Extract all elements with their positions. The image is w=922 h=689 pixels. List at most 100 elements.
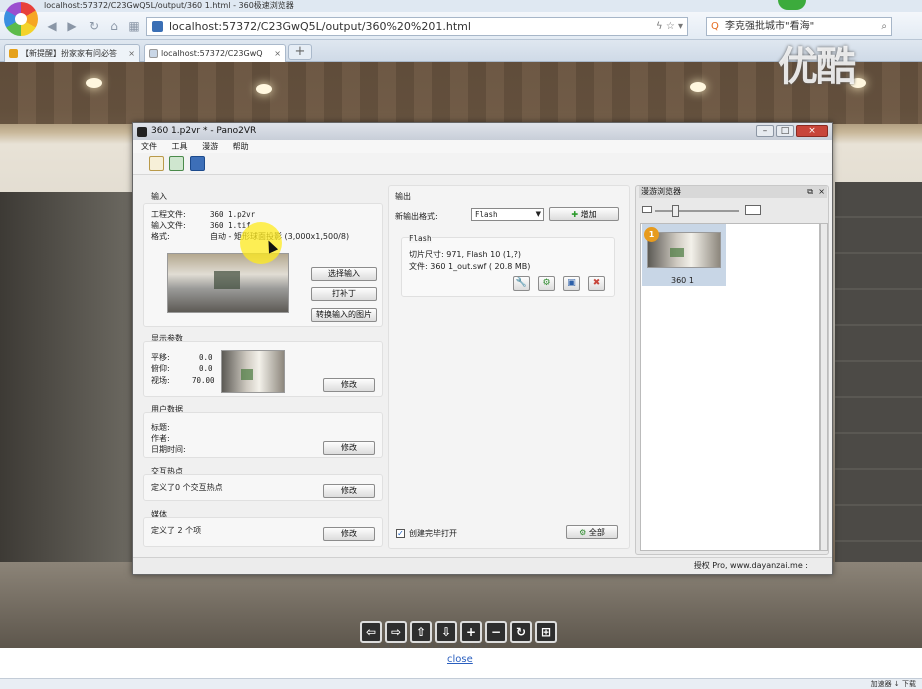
user-title-label: 标题: bbox=[151, 423, 170, 432]
forward-icon[interactable]: ▶ bbox=[64, 18, 80, 34]
zoom-slider-thumb[interactable] bbox=[672, 205, 679, 217]
menu-tour[interactable]: 漫游 bbox=[202, 142, 218, 151]
author-label: 作者: bbox=[151, 434, 170, 443]
tour-browser-header: 漫游浏览器 ⧉ × bbox=[639, 186, 827, 198]
output-settings-icon[interactable]: 🔧 bbox=[513, 276, 530, 291]
search-engine-icon: Q bbox=[711, 21, 719, 32]
browser-status-bar: 加速器 ↓ 下载 bbox=[0, 678, 922, 689]
save-project-icon[interactable] bbox=[190, 156, 205, 171]
user-edit-button[interactable]: 修改 bbox=[323, 441, 375, 455]
search-icon[interactable]: ⌕ bbox=[881, 18, 887, 35]
youku-watermark: 优酷 bbox=[778, 44, 856, 90]
zoom-out-button[interactable]: − bbox=[485, 621, 507, 643]
app-icon bbox=[137, 127, 147, 137]
license-status: 授权 Pro, www.dayanzai.me : bbox=[693, 561, 808, 570]
hotspot-summary: 定义了0 个交互热点 bbox=[151, 483, 223, 492]
window-title-bar: 360 1.p2vr * - Pano2VR – □ × bbox=[133, 123, 832, 140]
toolbar bbox=[133, 153, 832, 175]
new-tab-button[interactable]: + bbox=[288, 44, 312, 60]
tab-label: 【新提醒】扮家家有问必答 bbox=[21, 49, 117, 58]
close-tab-icon[interactable]: × bbox=[274, 45, 281, 62]
tilt-label: 俯仰: bbox=[151, 364, 170, 373]
node-badge: 1 bbox=[644, 227, 659, 242]
close-panel-icon[interactable]: × bbox=[818, 186, 825, 198]
tour-browser-title: 漫游浏览器 bbox=[641, 187, 681, 196]
browser-status-text: 加速器 ↓ 下载 bbox=[870, 680, 916, 688]
zoom-slider-track[interactable] bbox=[655, 210, 739, 212]
minimize-button[interactable]: – bbox=[756, 125, 774, 137]
tile-size-text: 切片尺寸: 971, Flash 10 (1,?) bbox=[409, 250, 521, 259]
menu-file[interactable]: 文件 bbox=[141, 142, 157, 151]
zoom-small-icon[interactable] bbox=[642, 206, 652, 213]
input-section-title: 输入 bbox=[151, 192, 167, 201]
close-window-button[interactable]: × bbox=[796, 125, 828, 137]
input-panorama-thumbnail bbox=[167, 253, 289, 313]
menu-tools[interactable]: 工具 bbox=[172, 142, 188, 151]
status-bar: 授权 Pro, www.dayanzai.me : bbox=[133, 557, 832, 574]
new-format-label: 新输出格式: bbox=[395, 212, 438, 221]
add-output-button[interactable]: ✚ 增加 bbox=[549, 207, 619, 221]
fov-value: 70.00 bbox=[192, 376, 215, 385]
address-tools[interactable]: ϟ ☆ ▾ bbox=[656, 18, 683, 35]
input-file-label: 输入文件: bbox=[151, 221, 186, 230]
create-open-checkbox[interactable]: ✓ bbox=[396, 529, 405, 538]
pan-right-button[interactable]: ⇨ bbox=[385, 621, 407, 643]
back-icon[interactable]: ◀ bbox=[44, 18, 60, 34]
output-delete-icon[interactable]: ✖ bbox=[588, 276, 605, 291]
home-icon[interactable]: ⌂ bbox=[106, 18, 122, 34]
reload-icon[interactable]: ↻ bbox=[86, 18, 102, 34]
auto-rotate-button[interactable]: ↻ bbox=[510, 621, 532, 643]
hotspot-edit-button[interactable]: 修改 bbox=[323, 484, 375, 498]
apps-grid-icon[interactable]: ▦ bbox=[126, 18, 142, 34]
output-section-title: 输出 bbox=[395, 192, 411, 201]
select-input-button[interactable]: 选择输入 bbox=[311, 267, 377, 281]
tour-list-scrollbar[interactable] bbox=[820, 223, 828, 551]
window-title: 360 1.p2vr * - Pano2VR bbox=[151, 126, 257, 136]
gear-icon: ⚙ bbox=[579, 528, 587, 537]
pano-right-wall bbox=[835, 182, 922, 622]
open-project-icon[interactable] bbox=[169, 156, 184, 171]
project-file-label: 工程文件: bbox=[151, 210, 186, 219]
zoom-in-button[interactable]: + bbox=[460, 621, 482, 643]
search-text: 李克强批城市"看海" bbox=[725, 21, 815, 32]
menu-bar: 文件 工具 漫游 帮助 bbox=[133, 140, 832, 153]
close-tab-icon[interactable]: × bbox=[128, 45, 135, 62]
flash-group-title: Flash bbox=[409, 234, 432, 243]
fullscreen-button[interactable]: ⊞ bbox=[535, 621, 557, 643]
tab-forum[interactable]: 【新提醒】扮家家有问必答 × bbox=[4, 44, 140, 62]
pan-value: 0.0 bbox=[199, 353, 213, 362]
media-summary: 定义了 2 个项 bbox=[151, 526, 202, 535]
new-project-icon[interactable] bbox=[149, 156, 164, 171]
fov-label: 视场: bbox=[151, 376, 170, 385]
tilt-value: 0.0 bbox=[199, 364, 213, 373]
convert-input-button[interactable]: 转换输入的图片 bbox=[311, 308, 377, 322]
add-output-label: 增加 bbox=[580, 210, 597, 219]
pan-label: 平移: bbox=[151, 353, 170, 362]
tab-favicon-icon bbox=[149, 49, 158, 58]
tab-localhost[interactable]: localhost:57372/C23GwQ × bbox=[144, 44, 286, 62]
date-label: 日期时间: bbox=[151, 445, 186, 454]
output-build-icon[interactable]: ⚙ bbox=[538, 276, 555, 291]
display-edit-button[interactable]: 修改 bbox=[323, 378, 375, 392]
pan-left-button[interactable]: ⇦ bbox=[360, 621, 382, 643]
tab-favicon-icon bbox=[9, 49, 18, 58]
output-format-value: Flash bbox=[475, 210, 498, 219]
browser-logo-icon[interactable] bbox=[4, 2, 38, 36]
close-link[interactable]: close bbox=[447, 654, 473, 665]
menu-help[interactable]: 帮助 bbox=[233, 142, 249, 151]
output-open-icon[interactable]: ▣ bbox=[563, 276, 580, 291]
address-bar[interactable]: localhost:57372/C23GwQ5L/output/360%20%2… bbox=[146, 17, 688, 36]
float-panel-icon[interactable]: ⧉ bbox=[807, 186, 813, 198]
tour-node-label: 360 1 bbox=[671, 276, 694, 285]
build-all-button[interactable]: ⚙ 全部 bbox=[566, 525, 618, 539]
pano2vr-window: 360 1.p2vr * - Pano2VR – □ × 文件 工具 漫游 帮助… bbox=[132, 122, 833, 575]
tab-label: localhost:57372/C23GwQ bbox=[161, 49, 263, 58]
patch-button[interactable]: 打补丁 bbox=[311, 287, 377, 301]
project-file-value: 360 1.p2vr bbox=[210, 210, 256, 219]
media-edit-button[interactable]: 修改 bbox=[323, 527, 375, 541]
output-format-select[interactable]: Flash ▼ bbox=[471, 208, 544, 221]
maximize-button[interactable]: □ bbox=[776, 125, 794, 137]
zoom-large-icon[interactable] bbox=[745, 205, 761, 215]
pan-down-button[interactable]: ⇩ bbox=[435, 621, 457, 643]
pan-up-button[interactable]: ⇧ bbox=[410, 621, 432, 643]
